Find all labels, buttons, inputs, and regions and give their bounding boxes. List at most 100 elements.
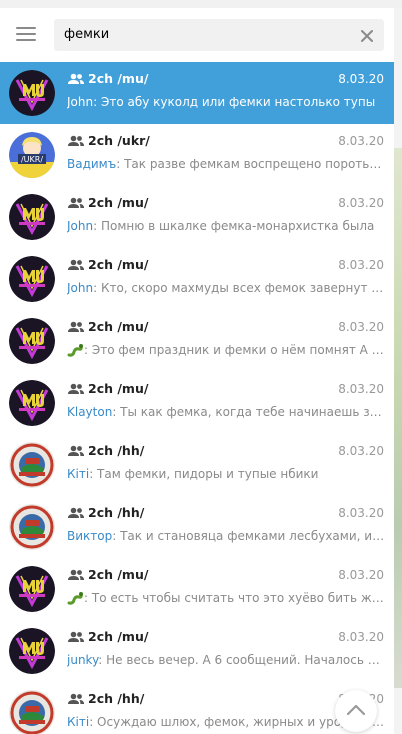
chat-name: 2ch /mu/ <box>88 567 149 582</box>
message-text: Кто, скоро махмуды всех фемок завернут в… <box>100 281 385 295</box>
message-preview: John: Помню в шкалке фемка-монархистка б… <box>67 219 385 233</box>
group-icon <box>68 569 84 580</box>
search-result-row[interactable]: 2ch /mu/8.03.20 junky: Не весь вечер. А 6… <box>0 620 394 682</box>
chat-title: 2ch /mu/ <box>68 195 148 210</box>
group-icon <box>68 383 84 394</box>
search-result-row[interactable]: 2ch /mu/8.03.20 Klayton: Ты как фемка, ко… <box>0 372 394 434</box>
avatar <box>9 194 55 240</box>
colon: : <box>112 405 121 419</box>
sender-name: John <box>67 219 94 233</box>
sender-name: John <box>67 281 94 295</box>
message-preview: Кiтi: Там фемки, пидоры и тупые нбики <box>67 467 385 481</box>
search-input[interactable]: фемки <box>54 19 384 51</box>
group-icon <box>68 445 84 456</box>
chat-title: 2ch /hh/ <box>68 505 144 520</box>
chat-search-panel: фемки 2ch /mu/8.03.20 John: Это абу кукол… <box>0 8 394 734</box>
message-date: 8.03.20 <box>338 568 384 582</box>
sender-name: junky <box>67 653 99 667</box>
message-date: 8.03.20 <box>338 134 384 148</box>
chat-title: 2ch /mu/ <box>68 319 148 334</box>
search-result-row[interactable]: 2ch /mu/8.03.20 John: Кто, скоро махмуды … <box>0 248 394 310</box>
message-preview: John: Кто, скоро махмуды всех фемок заве… <box>67 281 385 295</box>
message-text: Это фем праздник и фемки о нём помнят А … <box>91 343 385 357</box>
colon: : <box>84 591 92 605</box>
chat-name: 2ch /mu/ <box>88 629 149 644</box>
search-results-list: 2ch /mu/8.03.20 John: Это абу куколд или … <box>0 62 394 734</box>
search-result-row[interactable]: 2ch /mu/8.03.20 John: Это абу куколд или … <box>0 62 394 124</box>
search-result-row[interactable]: 2ch /mu/8.03.20: Это фем праздник и фемк… <box>0 310 394 372</box>
colon: : <box>112 529 121 543</box>
sender-name: Виктор <box>67 529 113 543</box>
chat-name: 2ch /mu/ <box>88 257 149 272</box>
avatar <box>9 690 55 734</box>
chat-name: 2ch /ukr/ <box>88 133 150 148</box>
colon: : <box>93 219 101 233</box>
chat-name: 2ch /hh/ <box>88 443 145 458</box>
chat-background-edge <box>394 8 402 734</box>
colon: : <box>116 157 125 171</box>
sender-name: Klayton <box>67 405 113 419</box>
message-preview: Klayton: Ты как фемка, когда тебе начина… <box>67 405 385 419</box>
message-date: 8.03.20 <box>338 444 384 458</box>
group-icon <box>68 631 84 642</box>
colon: : <box>84 343 92 357</box>
search-result-row[interactable]: 2ch /hh/8.03.20 Виктор: Так и становяца ф… <box>0 496 394 558</box>
chat-name: 2ch /hh/ <box>88 505 145 520</box>
chat-title: 2ch /hh/ <box>68 691 144 706</box>
group-icon <box>68 507 84 518</box>
avatar <box>9 318 55 364</box>
colon: : <box>89 715 98 729</box>
message-text: Это абу куколд или фемки настолько тупы <box>100 95 376 109</box>
group-icon <box>68 693 84 704</box>
chat-title: 2ch /mu/ <box>68 381 148 396</box>
chat-title: 2ch /hh/ <box>68 443 144 458</box>
snake-emoji-icon <box>67 592 83 605</box>
hamburger-icon[interactable] <box>16 27 36 41</box>
message-preview: Виктор: Так и становяца фемками лесбухам… <box>67 529 385 543</box>
chevron-up-icon <box>346 704 366 716</box>
message-preview: : Это фем праздник и фемки о нём помнят … <box>67 343 385 357</box>
message-preview: John: Это абу куколд или фемки настолько… <box>67 95 385 109</box>
search-result-row[interactable]: 2ch /mu/8.03.20 : То есть чтобы считать ч… <box>0 558 394 620</box>
close-icon[interactable] <box>358 26 376 44</box>
message-text: Там фемки, пидоры и тупые нбики <box>97 467 319 481</box>
colon: : <box>89 467 98 481</box>
chat-title: 2ch /mu/ <box>68 71 148 86</box>
message-preview: : То есть чтобы считать что это хуёво би… <box>67 591 385 605</box>
chat-title: 2ch /mu/ <box>68 629 148 644</box>
search-query: фемки <box>64 27 110 42</box>
message-preview: Вадимъ: Так разве фемкам воспрещено поро… <box>67 157 385 171</box>
message-date: 8.03.20 <box>338 320 384 334</box>
scroll-to-top-button[interactable] <box>335 690 377 732</box>
message-text: Ты как фемка, когда тебе начинаешь зад..… <box>120 405 385 419</box>
message-text: Так разве фемкам воспрещено пороться в ж… <box>124 157 385 171</box>
chat-name: 2ch /mu/ <box>88 71 149 86</box>
colon: : <box>98 653 107 667</box>
search-result-row[interactable]: 2ch /hh/8.03.20 Кiтi: Там фемки, пидоры и… <box>0 434 394 496</box>
message-date: 8.03.20 <box>338 506 384 520</box>
search-result-row[interactable]: 2ch /mu/8.03.20 John: Помню в шкалке фемк… <box>0 186 394 248</box>
search-bar: фемки <box>0 8 394 62</box>
chat-name: 2ch /mu/ <box>88 381 149 396</box>
avatar: /UKR/ <box>9 132 55 178</box>
message-date: 8.03.20 <box>338 382 384 396</box>
group-icon <box>68 321 84 332</box>
chat-title: 2ch /ukr/ <box>68 133 150 148</box>
chat-name: 2ch /hh/ <box>88 691 145 706</box>
colon: : <box>93 281 101 295</box>
chat-title: 2ch /mu/ <box>68 567 148 582</box>
sender-name: Кiтi <box>67 715 90 729</box>
window-top-strip <box>0 0 402 8</box>
message-preview: junky: Не весь вечер. А 6 сообщений. Нач… <box>67 653 385 667</box>
avatar <box>9 256 55 302</box>
message-text: Помню в шкалке фемка-монархистка была <box>100 219 375 233</box>
group-icon <box>68 135 84 146</box>
search-result-row[interactable]: /UKR/2ch /ukr/8.03.20 Вадимъ: Так разве ф… <box>0 124 394 186</box>
group-icon <box>68 73 84 84</box>
snake-emoji-icon <box>67 344 83 357</box>
chat-name: 2ch /mu/ <box>88 195 149 210</box>
avatar <box>9 504 55 550</box>
message-date: 8.03.20 <box>338 630 384 644</box>
group-icon <box>68 259 84 270</box>
message-date: 8.03.20 <box>338 258 384 272</box>
